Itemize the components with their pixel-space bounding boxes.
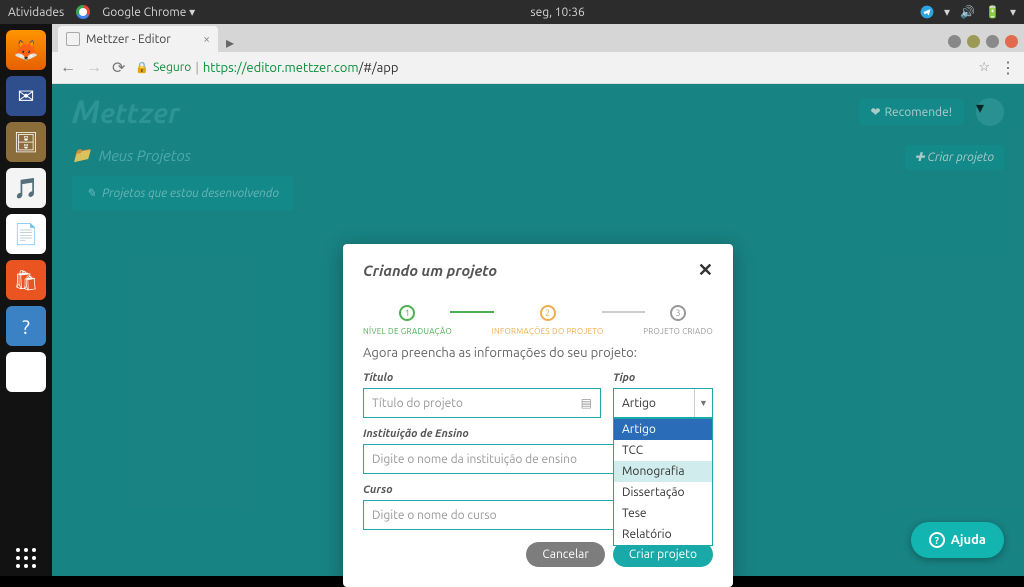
cancel-button[interactable]: Cancelar xyxy=(526,542,604,567)
window-close[interactable] xyxy=(1005,35,1018,48)
chevron-down-icon[interactable]: ▼ xyxy=(694,389,712,417)
tipo-option[interactable]: Dissertação xyxy=(614,482,712,503)
tipo-option[interactable]: Relatório xyxy=(614,524,712,545)
help-icon: ? xyxy=(929,532,945,548)
launcher-apps-grid[interactable] xyxy=(16,548,36,568)
nav-back[interactable]: ← xyxy=(60,58,76,77)
stepper: 1NÍVEL DE GRADUAÇÃO 2INFORMAÇÕES DO PROJ… xyxy=(363,305,713,336)
step-2: 2INFORMAÇÕES DO PROJETO xyxy=(492,305,604,336)
tipo-dropdown: ArtigoTCCMonografiaDissertaçãoTeseRelató… xyxy=(613,418,713,546)
modal-instruction: Agora preencha as informações do seu pro… xyxy=(363,346,713,360)
tipo-combobox[interactable]: Artigo ▼ xyxy=(613,388,713,418)
chrome-icon xyxy=(76,5,90,19)
tipo-option[interactable]: Monografia xyxy=(614,461,712,482)
launcher-thunderbird[interactable]: ✉ xyxy=(6,76,46,116)
modal-title: Criando um projeto xyxy=(363,262,497,279)
step-3: 3PROJETO CRIADO xyxy=(643,305,713,336)
favicon xyxy=(66,32,80,46)
launcher-files[interactable]: 🗄 xyxy=(6,122,46,162)
tipo-option[interactable]: TCC xyxy=(614,440,712,461)
tab-strip: Mettzer - Editor × ▸ xyxy=(52,24,1024,52)
chrome-window: Mettzer - Editor × ▸ ← → ⟳ 🔒 Seguro | ht… xyxy=(52,24,1024,576)
lock-icon: 🔒 xyxy=(135,61,149,74)
tipo-option[interactable]: Tese xyxy=(614,503,712,524)
help-widget[interactable]: ? Ajuda xyxy=(911,522,1004,558)
clock: seg, 10:36 xyxy=(195,6,920,19)
launcher-software[interactable]: 🛍 xyxy=(6,260,46,300)
os-top-bar: Atividades Google Chrome ▾ seg, 10:36 ▾ … xyxy=(0,0,1024,24)
chrome-menu-icon[interactable]: ⋮ xyxy=(1000,58,1016,77)
ubuntu-launcher: 🦊 ✉ 🗄 🎵 📄 🛍 ? xyxy=(0,24,52,576)
create-project-modal: Criando um projeto ✕ 1NÍVEL DE GRADUAÇÃO… xyxy=(343,244,733,587)
telegram-icon[interactable] xyxy=(920,5,934,19)
app-body: Mettzer ❤ Recomende! ▾ 📁 Meus Projetos ✚… xyxy=(52,84,1024,576)
url-field[interactable]: 🔒 Seguro | https://editor.mettzer.com/#/… xyxy=(135,61,968,75)
profile-icon[interactable] xyxy=(948,35,961,48)
power-icon[interactable]: ▾ xyxy=(1010,5,1016,19)
bookmark-icon[interactable]: ☆ xyxy=(978,60,990,75)
launcher-libreoffice[interactable]: 📄 xyxy=(6,214,46,254)
nav-reload[interactable]: ⟳ xyxy=(112,58,125,77)
activities-button[interactable]: Atividades xyxy=(8,6,64,19)
new-tab-button[interactable]: ▸ xyxy=(218,33,242,52)
volume-icon[interactable]: 🔊 xyxy=(960,5,975,19)
tipo-label: Tipo xyxy=(613,372,713,384)
tab-title: Mettzer - Editor xyxy=(86,33,171,46)
modal-close-icon[interactable]: ✕ xyxy=(698,260,713,281)
battery-icon[interactable]: 🔋 xyxy=(985,5,1000,19)
launcher-chrome-active[interactable] xyxy=(6,352,46,392)
address-bar: ← → ⟳ 🔒 Seguro | https://editor.mettzer.… xyxy=(52,52,1024,84)
window-maximize[interactable] xyxy=(986,35,999,48)
launcher-rhythmbox[interactable]: 🎵 xyxy=(6,168,46,208)
secure-label: Seguro xyxy=(153,61,191,74)
step-1: 1NÍVEL DE GRADUAÇÃO xyxy=(363,305,452,336)
tab-close-icon[interactable]: × xyxy=(203,33,210,46)
launcher-help[interactable]: ? xyxy=(6,306,46,346)
launcher-firefox[interactable]: 🦊 xyxy=(6,30,46,70)
window-minimize[interactable] xyxy=(967,35,980,48)
browser-tab[interactable]: Mettzer - Editor × xyxy=(58,26,218,52)
app-menu[interactable]: Google Chrome ▾ xyxy=(102,5,195,19)
network-icon[interactable]: ▾ xyxy=(944,5,950,19)
document-icon: ▤ xyxy=(581,396,592,410)
titulo-label: Título xyxy=(363,372,601,384)
nav-forward: → xyxy=(86,58,102,77)
tipo-option[interactable]: Artigo xyxy=(614,419,712,440)
titulo-input[interactable]: Título do projeto ▤ xyxy=(363,388,601,418)
